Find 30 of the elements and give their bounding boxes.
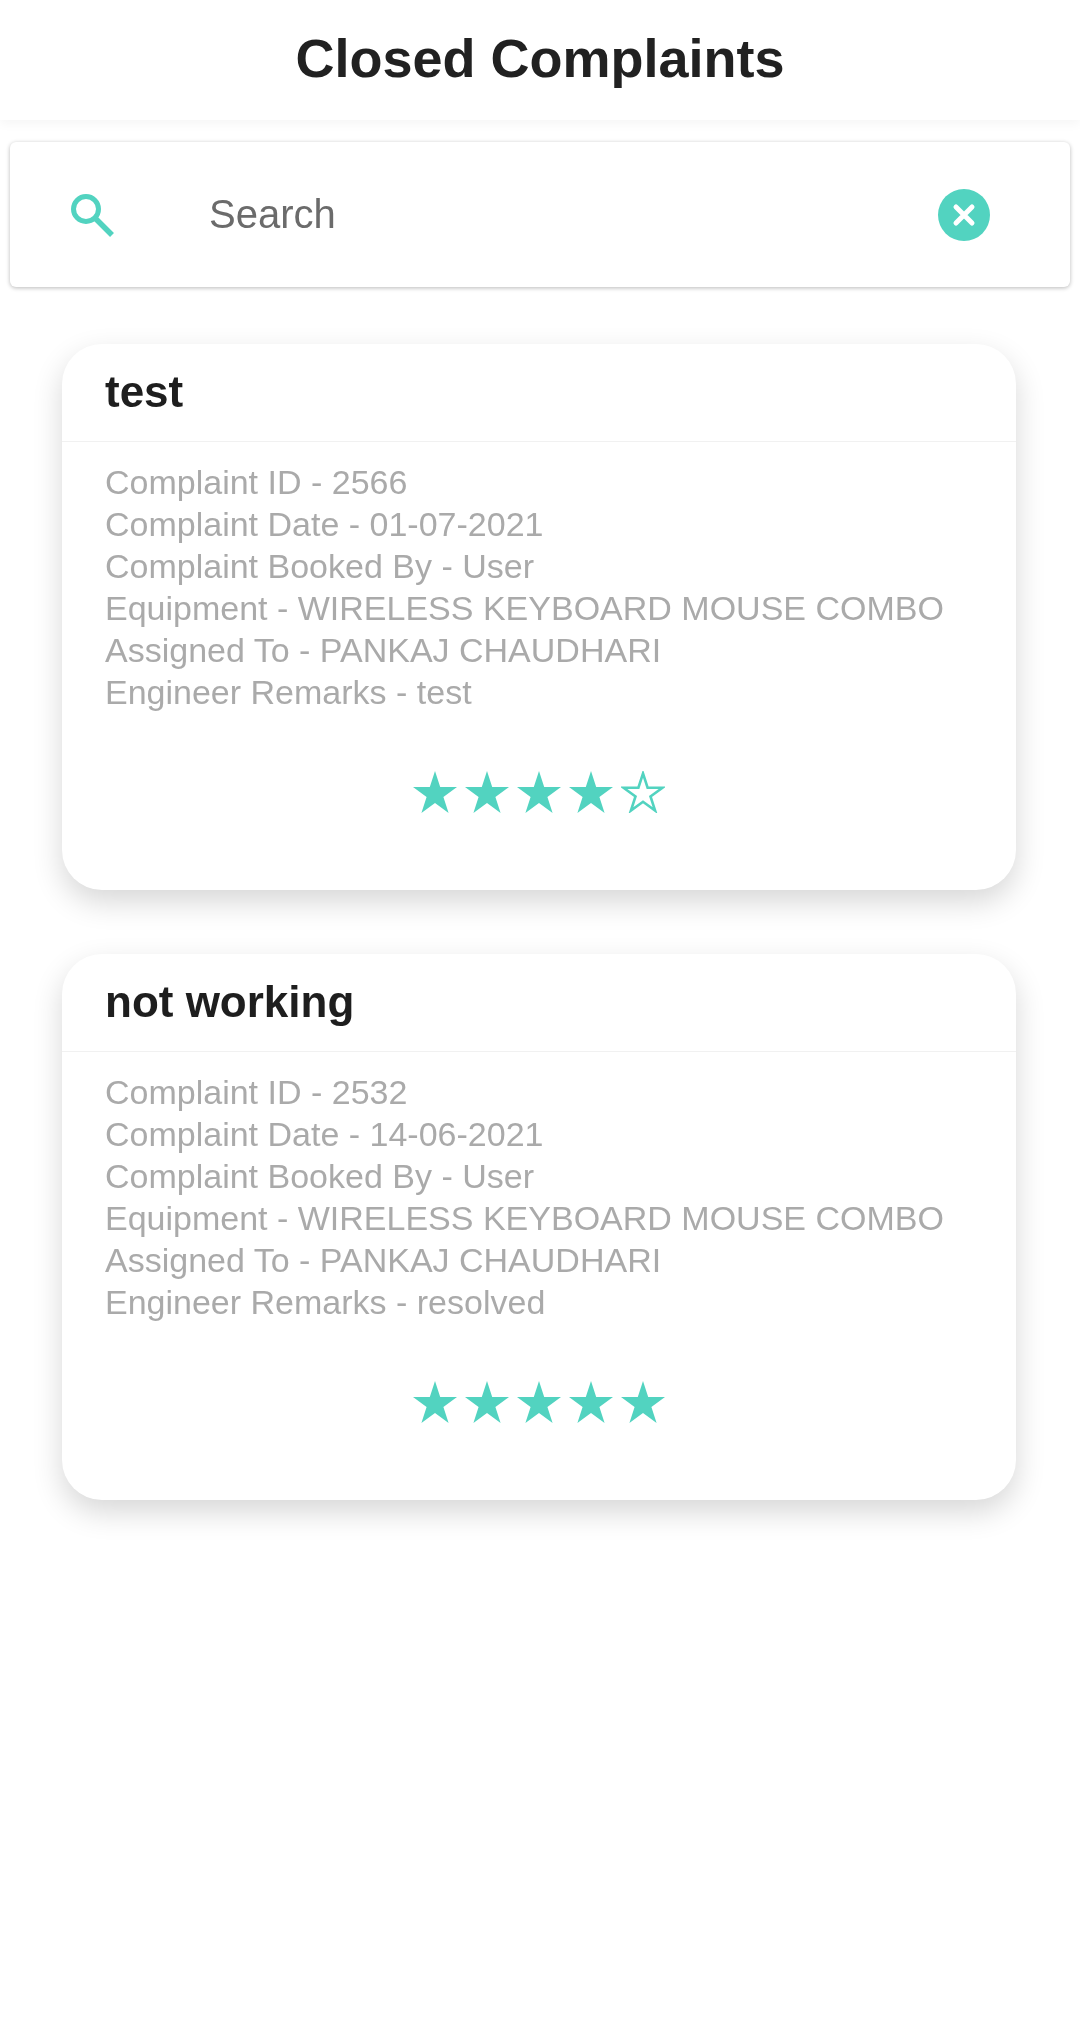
star-icon <box>517 771 561 813</box>
star-icon <box>413 771 457 813</box>
detail-text: Complaint Date - 01-07-2021 <box>105 504 544 545</box>
detail-text: Engineer Remarks - resolved <box>105 1282 546 1323</box>
detail-text: Equipment - WIRELESS KEYBOARD MOUSE COMBO <box>105 1198 944 1239</box>
complaint-card[interactable]: not working Complaint ID - 2532 Complaint Date - 14-06-2021 Complaint Booked By - User Equipment - WIRELESS KEYBOARD MOUSE COMBO Assigned To - PANKAJ CHAUDHARI Engineer Remarks - resolved <box>62 954 1016 1500</box>
detail-text: Complaint Booked By - User <box>105 546 534 587</box>
star-icon <box>465 771 509 813</box>
star-icon <box>465 1381 509 1423</box>
detail-text: Complaint ID - 2566 <box>105 462 408 503</box>
detail-text: Engineer Remarks - test <box>105 672 472 713</box>
detail-text: Assigned To - PANKAJ CHAUDHARI <box>105 630 662 671</box>
star-icon <box>621 1381 665 1423</box>
star-icon <box>569 1381 613 1423</box>
card-title: not working <box>105 975 355 1028</box>
star-icon <box>517 1381 561 1423</box>
star-icon <box>569 771 613 813</box>
detail-text: Equipment - WIRELESS KEYBOARD MOUSE COMBO <box>105 588 944 629</box>
detail-text: Assigned To - PANKAJ CHAUDHARI <box>105 1240 662 1281</box>
star-outline-icon <box>621 771 665 813</box>
detail-text: Complaint Date - 14-06-2021 <box>105 1114 544 1155</box>
search-icon[interactable] <box>69 191 115 238</box>
detail-text: Complaint ID - 2532 <box>105 1072 408 1113</box>
card-title: test <box>105 365 184 418</box>
clear-icon[interactable] <box>938 188 990 241</box>
page-title: Closed Complaints <box>295 27 785 90</box>
search-field[interactable]: Search <box>209 184 918 245</box>
detail-text: Complaint Booked By - User <box>105 1156 534 1197</box>
complaint-card[interactable]: test Complaint ID - 2566 Complaint Date - 01-07-2021 Complaint Booked By - User Equipment - WIRELESS KEYBOARD MOUSE COMBO Assigned To - PANKAJ CHAUDHARI Engineer Remarks - test <box>62 344 1016 890</box>
star-icon <box>413 1381 457 1423</box>
